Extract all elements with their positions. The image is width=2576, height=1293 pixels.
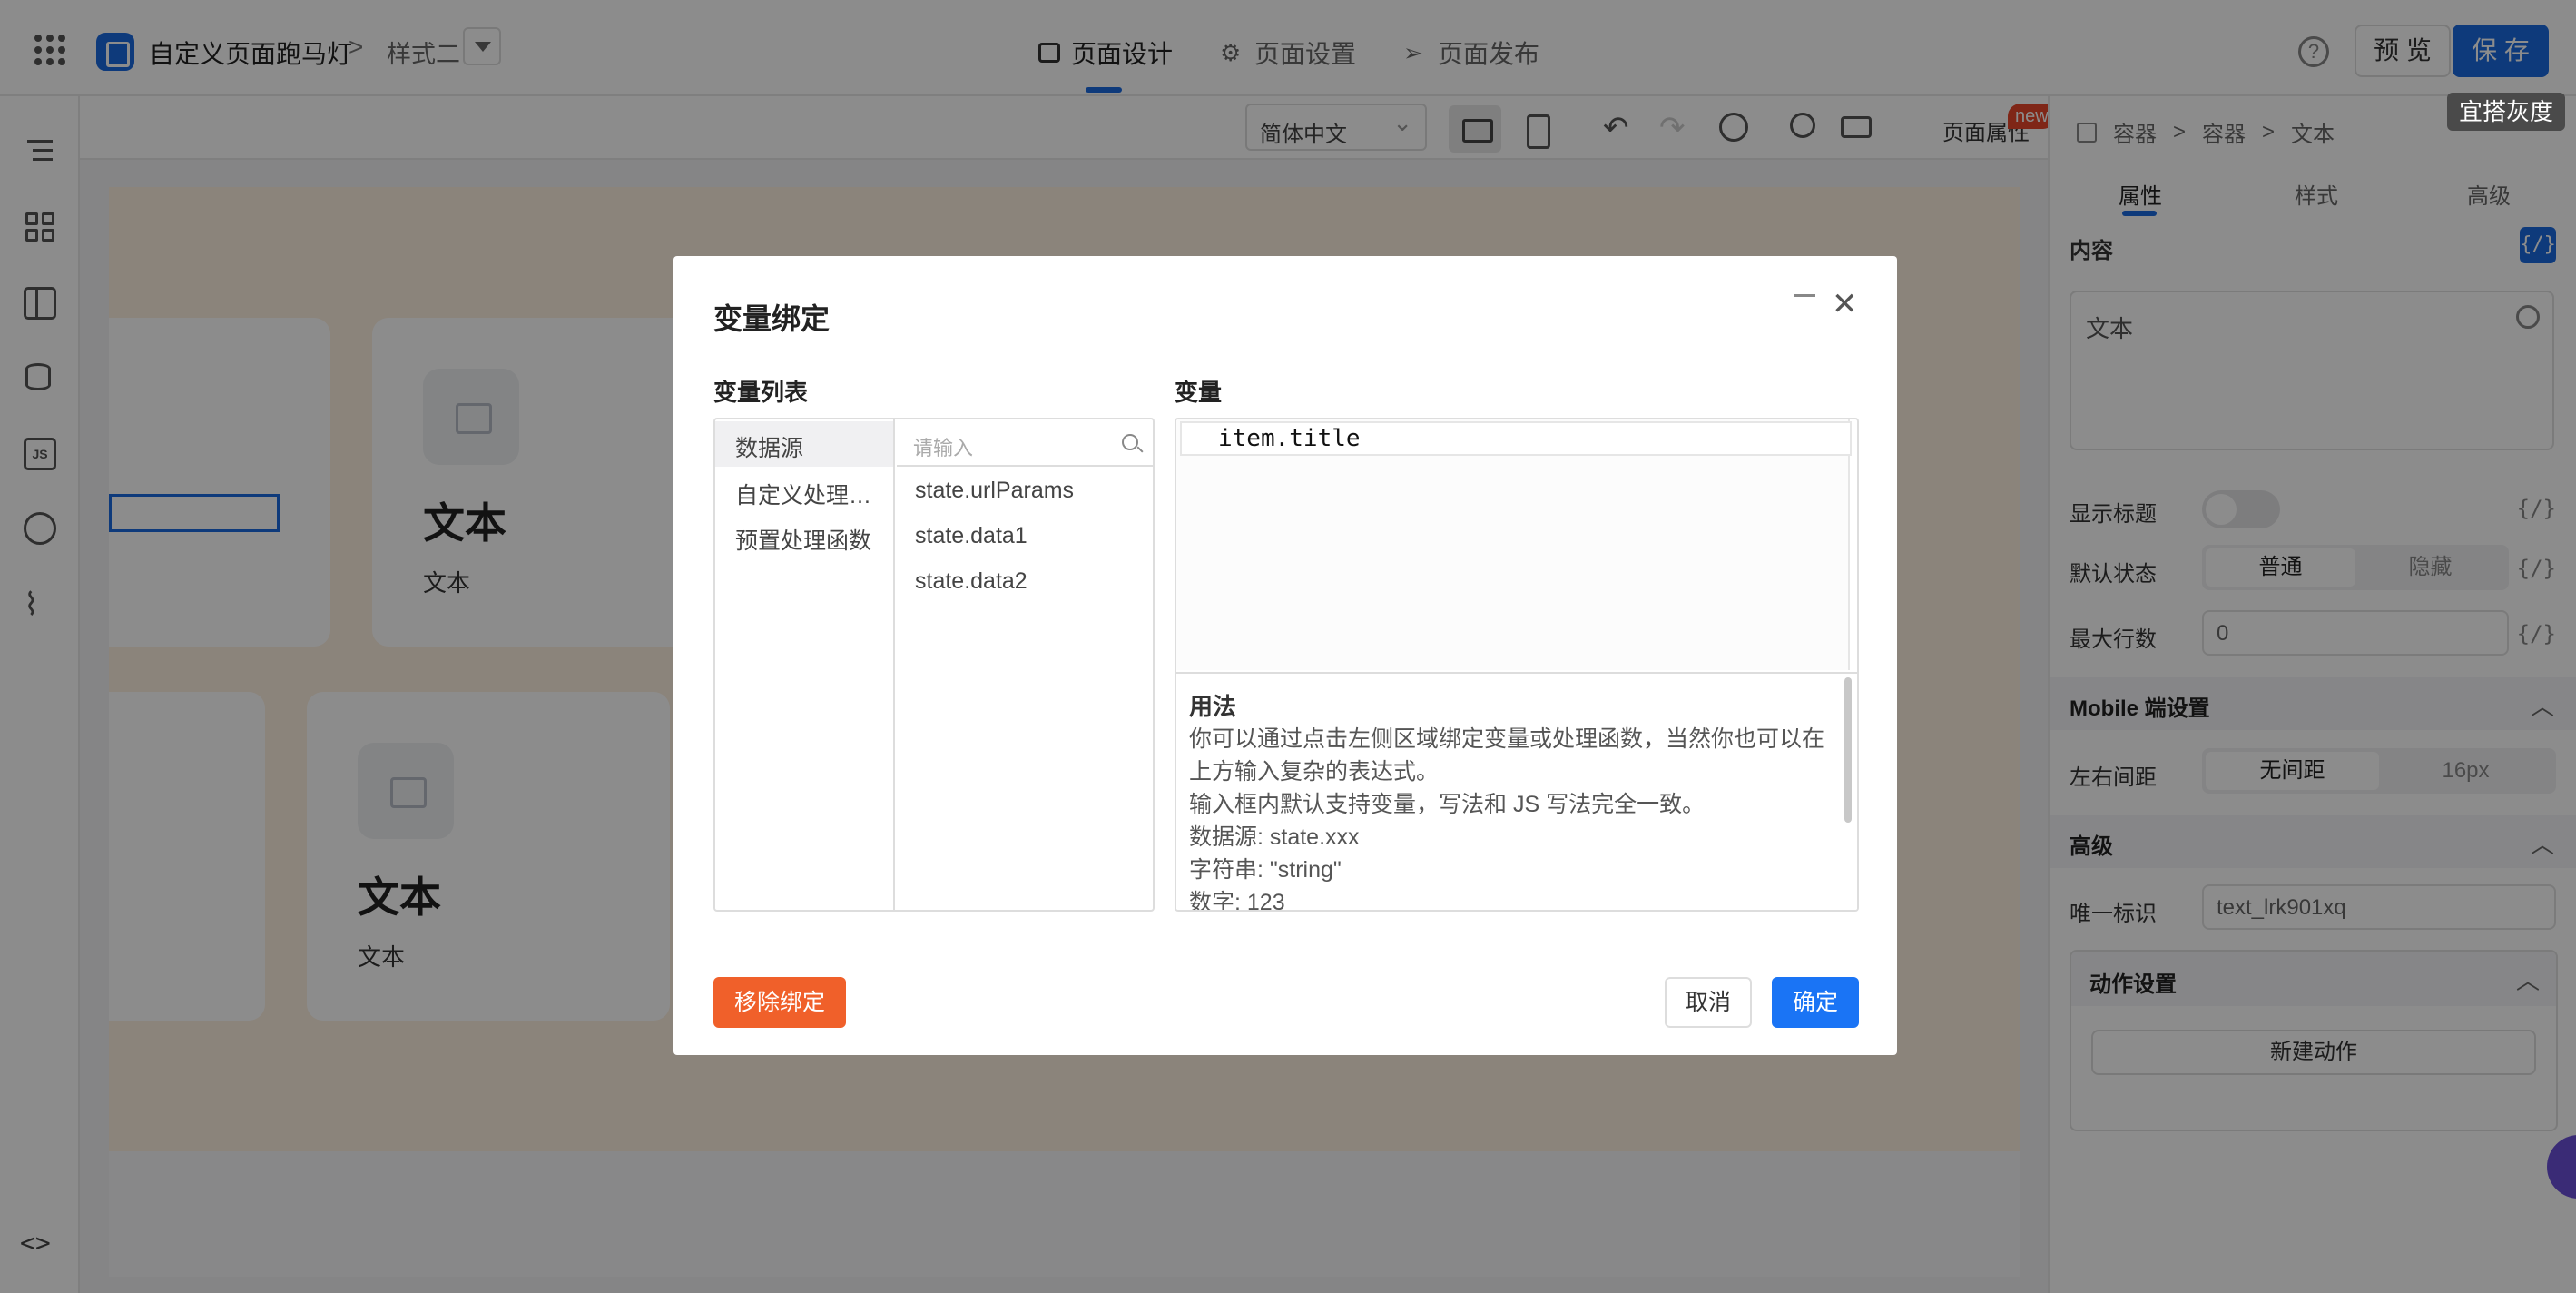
search-icon	[1122, 434, 1138, 450]
cancel-button[interactable]: 取消	[1665, 977, 1752, 1028]
confirm-button[interactable]: 确定	[1772, 977, 1859, 1028]
gray-release-tag: 宜搭灰度	[2447, 93, 2565, 131]
category-item[interactable]: 自定义处理函数	[715, 469, 893, 514]
category-item[interactable]: 数据源	[715, 421, 893, 467]
usage-line: 数据源: state.xxx	[1189, 824, 1360, 850]
usage-help: 用法 你可以通过点击左侧区域绑定变量或处理函数，当然你也可以在 上方输入复杂的表…	[1176, 672, 1857, 912]
usage-line: 上方输入复杂的表达式。	[1189, 759, 1440, 785]
dialog-title: 变量绑定	[713, 302, 831, 335]
usage-line: 你可以通过点击左侧区域绑定变量或处理函数，当然你也可以在	[1189, 726, 1825, 752]
variable-list-label: 变量列表	[713, 379, 809, 406]
scrollbar[interactable]	[1844, 677, 1852, 823]
close-icon[interactable]: ✕	[1832, 289, 1858, 320]
variable-list: 数据源 自定义处理函数 预置处理函数 请输入 state.urlParams s…	[713, 418, 1155, 912]
remove-binding-button[interactable]: 移除绑定	[713, 977, 846, 1028]
variable-item[interactable]: state.data2	[915, 568, 1027, 595]
usage-line: 输入框内默认支持变量，写法和 JS 写法完全一致。	[1189, 792, 1706, 817]
usage-line: 数字: 123	[1189, 890, 1285, 912]
minimize-icon[interactable]	[1794, 294, 1815, 297]
variable-item[interactable]: state.data1	[915, 523, 1027, 549]
variable-binding-dialog: 变量绑定 ✕ 变量列表 变量 数据源 自定义处理函数 预置处理函数 请输入 st…	[673, 256, 1897, 1055]
variable-search-input[interactable]: 请输入	[897, 419, 1153, 467]
variable-label: 变量	[1175, 379, 1223, 406]
code-text[interactable]: item.title	[1218, 425, 1361, 452]
usage-title: 用法	[1189, 693, 1237, 720]
category-item[interactable]: 预置处理函数	[715, 514, 893, 559]
category-column: 数据源 自定义处理函数 预置处理函数	[715, 419, 895, 910]
code-area[interactable]: item.title	[1176, 419, 1852, 670]
variable-item[interactable]: state.urlParams	[915, 478, 1074, 504]
usage-line: 字符串: "string"	[1189, 857, 1342, 883]
expression-editor: item.title 用法 你可以通过点击左侧区域绑定变量或处理函数，当然你也可…	[1175, 418, 1859, 912]
